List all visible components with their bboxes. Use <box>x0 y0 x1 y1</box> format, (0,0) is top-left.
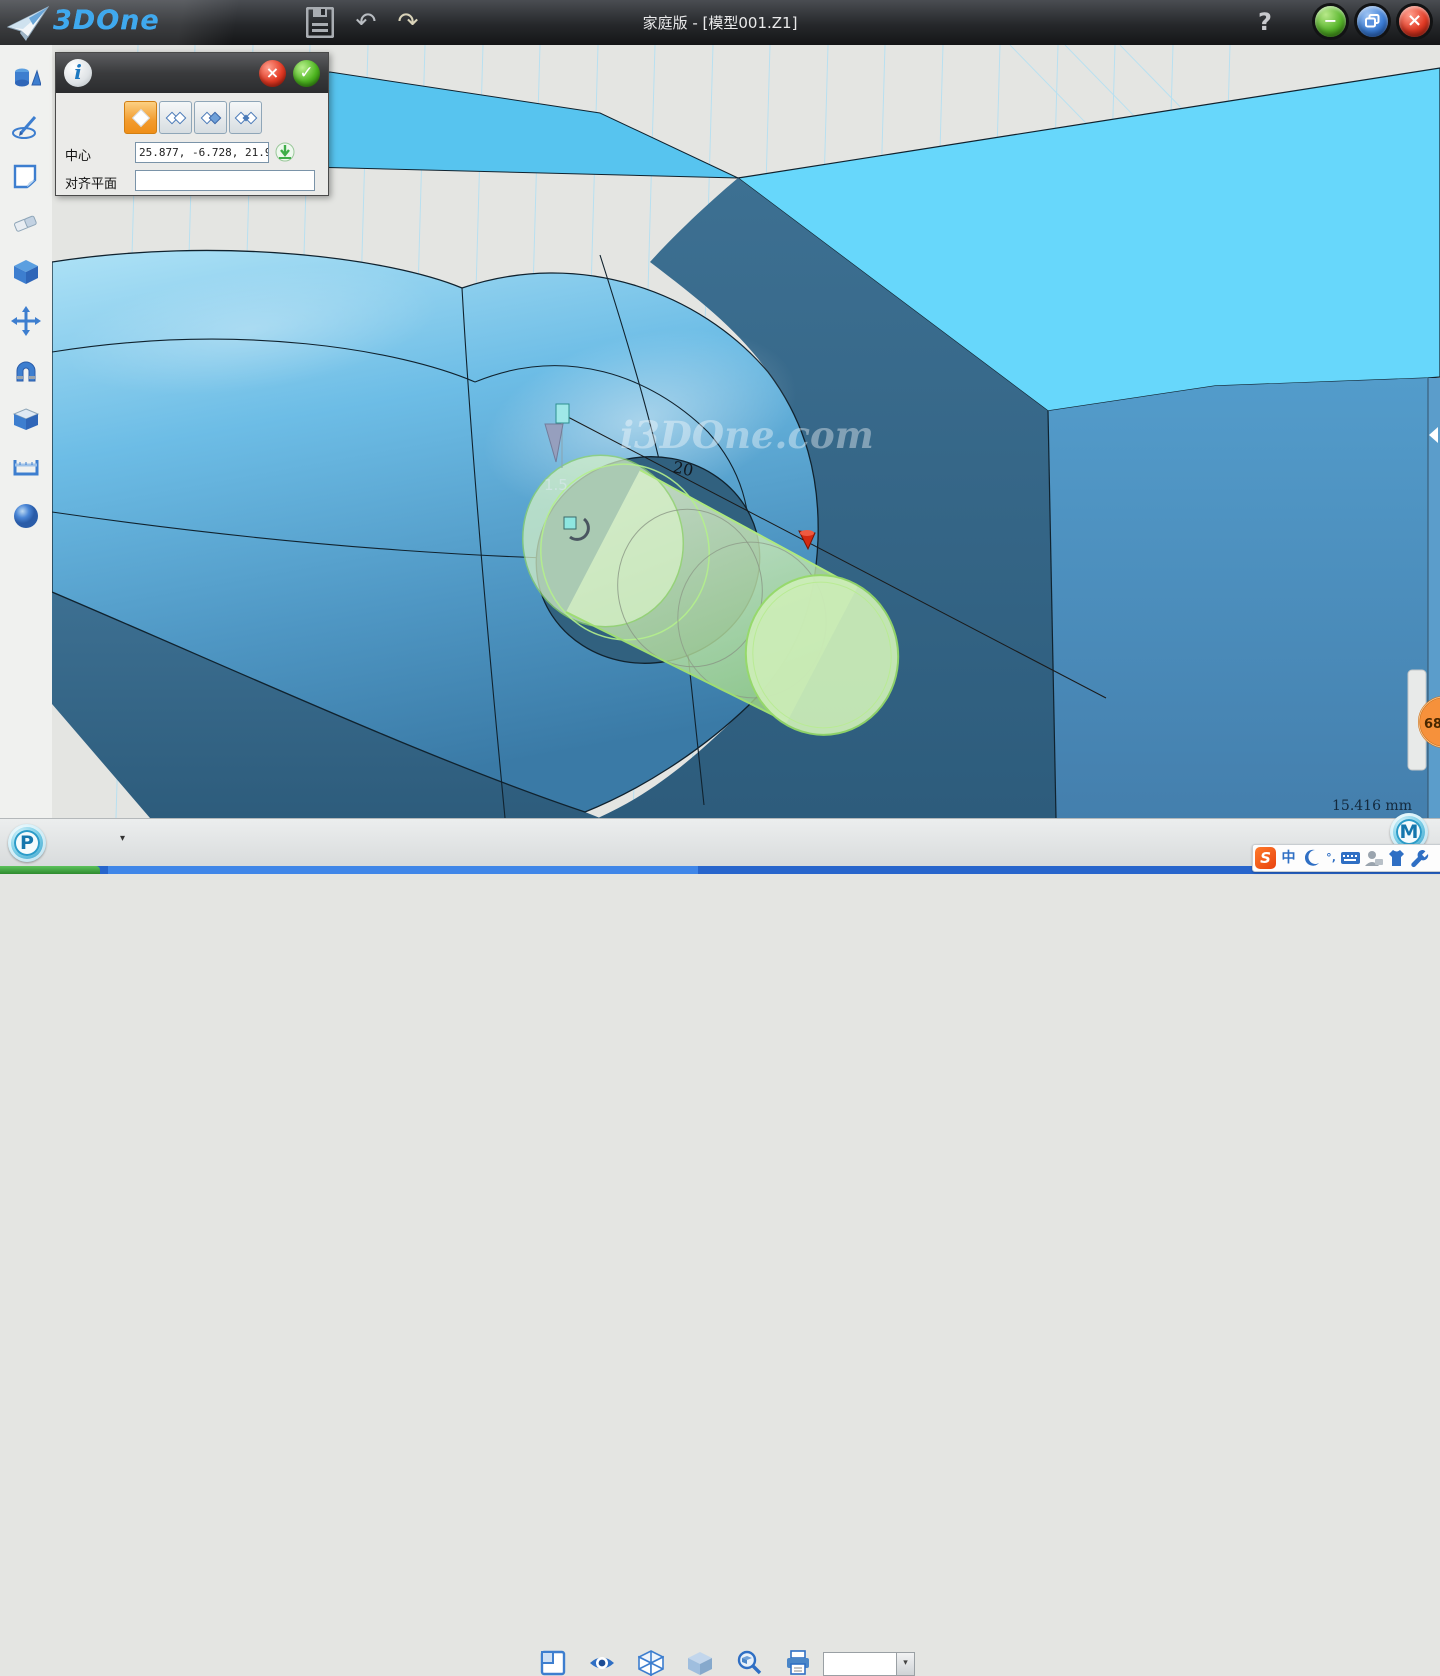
dialog-confirm-button[interactable]: ✓ <box>293 60 320 87</box>
right-edge-column <box>1428 378 1440 818</box>
view-scale-value <box>824 1653 896 1675</box>
watermark: i3DOne.com <box>620 413 874 457</box>
community-badge-count: 68 <box>1424 717 1440 732</box>
diamond-icon <box>130 107 152 129</box>
center-input[interactable]: 25.877, -6.728, 21.985 <box>135 142 269 163</box>
moon-icon[interactable] <box>1301 847 1322 869</box>
wrench-icon[interactable] <box>1409 847 1430 869</box>
title-bar: 3DOne ↶ ↷ 家庭版 - [模型001.Z1] ? − × <box>0 0 1440 46</box>
eraser-icon[interactable] <box>11 209 41 239</box>
os-taskbar[interactable] <box>0 866 1440 874</box>
taskbar-segment <box>108 866 698 874</box>
user-icon[interactable] <box>1363 847 1384 869</box>
zoom-search-icon[interactable] <box>736 1650 762 1676</box>
sketch-surface-icon[interactable] <box>11 161 41 191</box>
sketch-icon[interactable] <box>11 112 41 142</box>
move-icon[interactable] <box>11 306 41 336</box>
minimize-button[interactable]: − <box>1315 6 1346 37</box>
parts-library-button[interactable]: P <box>8 824 46 862</box>
parts-expand-arrow[interactable]: ▾ <box>120 833 125 844</box>
dialog-header: i × ✓ <box>56 53 328 93</box>
align-plane-input[interactable] <box>135 170 315 191</box>
diamond-dot-icon <box>234 109 258 127</box>
assembly-box-icon[interactable] <box>11 403 41 433</box>
parts-library-label: P <box>14 830 40 856</box>
magnet-icon[interactable] <box>11 355 41 385</box>
mode-point-offset-button[interactable] <box>229 101 262 134</box>
restore-icon <box>1365 14 1380 28</box>
align-plane-label: 对齐平面 <box>65 173 117 192</box>
measure-icon[interactable] <box>11 452 41 482</box>
mode-center-point-button[interactable] <box>124 101 157 134</box>
punctuation-toggle[interactable]: °‚ <box>1324 847 1338 869</box>
pick-point-icon[interactable] <box>275 142 295 162</box>
dialog-cancel-button[interactable]: × <box>259 60 286 87</box>
visibility-eye-icon[interactable] <box>589 1650 615 1676</box>
window-title: 家庭版 - [模型001.Z1] <box>0 12 1440 33</box>
primitives-icon[interactable] <box>11 63 41 93</box>
double-diamond-icon <box>164 109 188 127</box>
length-readout: 15.416 mm <box>1332 798 1412 814</box>
sogou-logo-icon[interactable]: S <box>1255 847 1276 869</box>
feature-cube-icon[interactable] <box>11 257 41 287</box>
bottom-toolbar: P ▾ ▾ M <box>0 818 1440 867</box>
wireframe-cube-icon[interactable] <box>638 1650 664 1676</box>
shaded-cube-icon[interactable] <box>687 1650 713 1676</box>
start-button-sliver[interactable] <box>0 866 100 874</box>
center-label: 中心 <box>65 145 91 164</box>
left-toolbar <box>0 45 53 818</box>
print-icon[interactable] <box>785 1650 811 1676</box>
placement-mode-row <box>124 101 262 134</box>
view-scale-dropdown[interactable]: ▾ <box>823 1652 915 1676</box>
restore-button[interactable] <box>1357 6 1388 37</box>
model-badge-label: M <box>1396 819 1422 845</box>
ime-toolbar: S 中 °‚ <box>1252 844 1440 872</box>
diamond-blue-icon <box>199 109 223 127</box>
info-icon[interactable]: i <box>64 59 92 87</box>
render-sphere-icon[interactable] <box>11 501 41 531</box>
insert-shape-dialog: i × ✓ 中心 25.877, -6.728, 21.985 <box>55 52 329 196</box>
mode-point-direction-button[interactable] <box>194 101 227 134</box>
shirt-icon[interactable] <box>1386 847 1407 869</box>
keyboard-icon[interactable] <box>1340 847 1361 869</box>
mode-two-point-button[interactable] <box>159 101 192 134</box>
help-icon[interactable]: ? <box>1258 8 1272 36</box>
ime-language-toggle[interactable]: 中 <box>1278 847 1299 869</box>
close-button[interactable]: × <box>1399 6 1430 37</box>
plane-view-icon[interactable] <box>540 1650 566 1676</box>
radius-value: 1.5 <box>544 476 568 494</box>
dropdown-arrow-icon: ▾ <box>896 1653 914 1675</box>
model-face-steel <box>1048 378 1428 818</box>
